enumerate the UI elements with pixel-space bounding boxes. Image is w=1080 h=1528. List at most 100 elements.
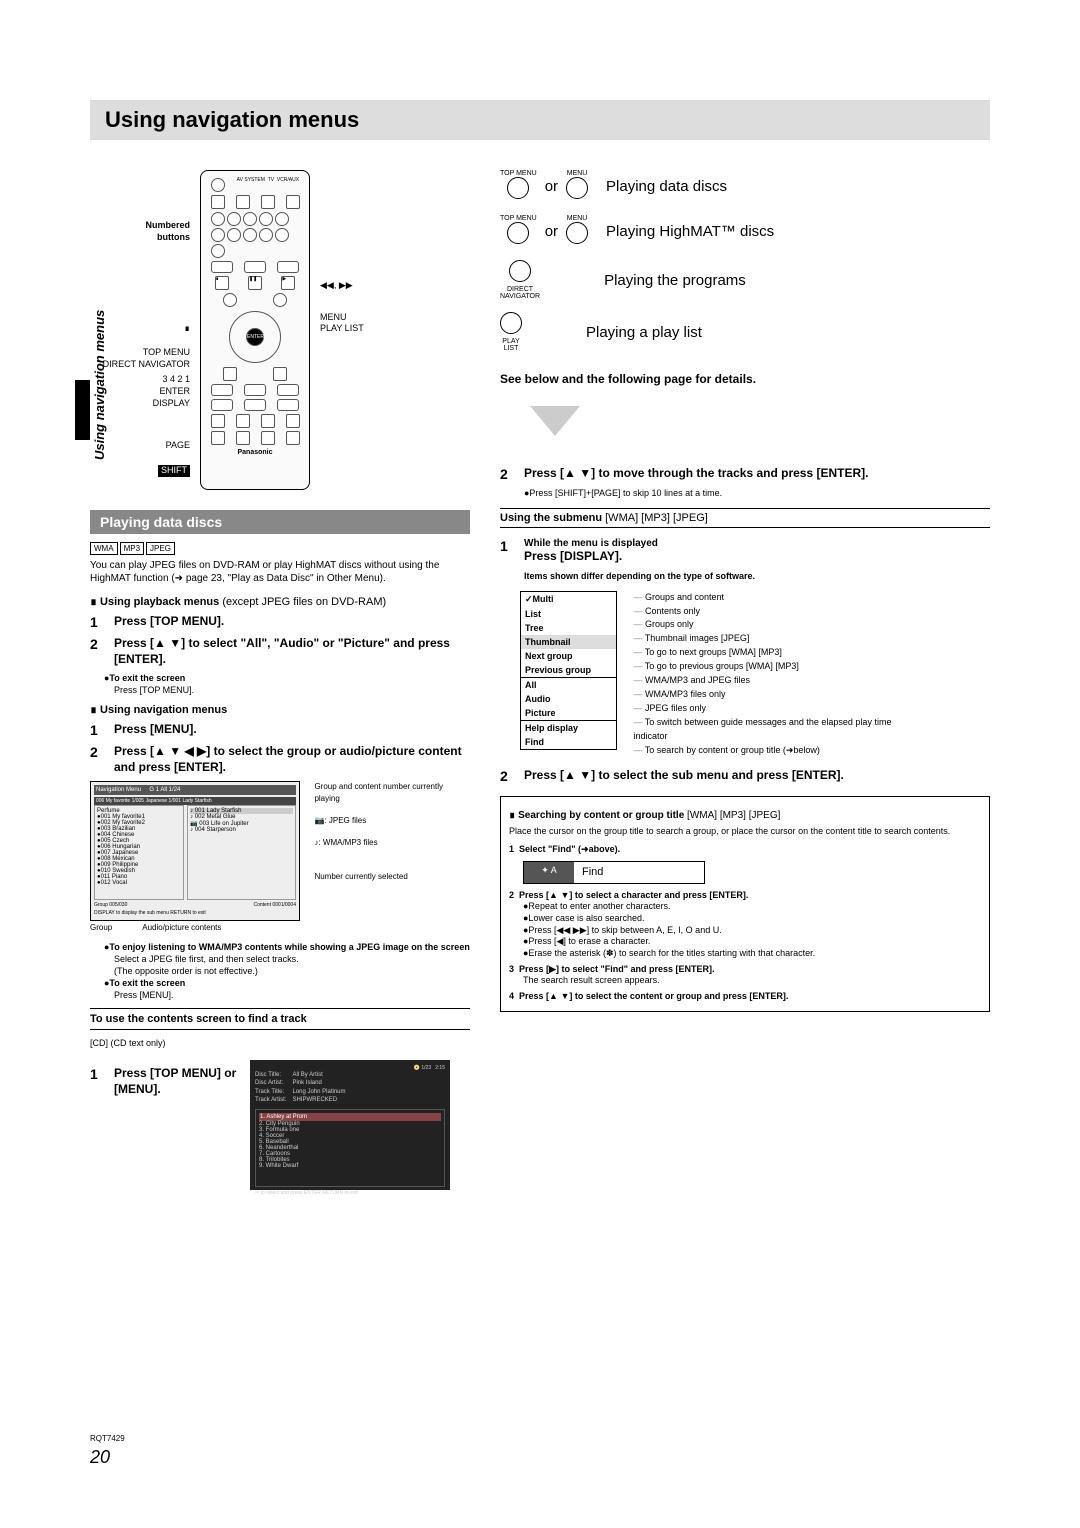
badges: WMA MP3 JPEG [90,542,470,555]
label-rev: ◀◀, ▶▶ [320,280,380,292]
badge-mp3: MP3 [120,542,144,555]
remote-brand: Panasonic [205,449,305,456]
cd-note: [CD] (CD text only) [90,1038,470,1050]
btn [259,228,273,242]
btn [259,212,273,226]
btn [236,195,250,209]
btn [211,431,225,445]
btn [277,384,299,396]
btn [227,212,241,226]
badge-wma: WMA [90,542,118,555]
left-column: Numberedbuttons ∎ TOP MENUDIRECT NAVIGAT… [90,170,470,1190]
btn [211,414,225,428]
exit-h: ●To exit the screen [104,978,470,988]
action-highmat: TOP MENU or MENU Playing HighMAT™ discs [500,215,990,248]
r-step-2: 2Press [▲ ▼] to move through the tracks … [500,466,990,482]
btn-menu [273,293,287,307]
btn [261,431,275,445]
topmenu-icon [507,177,529,199]
intro-text: You can play JPEG files on DVD-RAM or pl… [90,559,470,585]
nav-screenshot-wrap: Navigation Menu G 1 All 1/24 006 My favo… [90,781,470,932]
badge-jpeg: JPEG [146,542,175,555]
btn-topmenu [223,293,237,307]
btn [286,414,300,428]
right-column: TOP MENU or MENU Playing data discs TOP … [500,170,990,1190]
btn [211,399,233,411]
cd-step-area: 1Press [TOP MENU] or [MENU]. 📀 1/23 2:15… [90,1060,470,1190]
directnav-icon [509,260,531,282]
menu-icon [566,222,588,244]
action-programs: DIRECT NAVIGATOR Playing the programs [500,260,990,300]
manual-page: Using navigation menus Using navigation … [0,0,1080,1528]
model-number: RQT7429 [90,1434,125,1443]
btn [211,228,225,242]
arrow-down-icon [530,406,580,436]
btn [227,228,241,242]
dpad: ENTER [229,311,281,363]
btn [223,367,237,381]
nav-groups: Perfume ●001 My favorite1 ●002 My favori… [94,805,184,900]
btn [211,178,225,192]
r-tip: ●Press [SHIFT]+[PAGE] to skip 10 lines a… [524,488,990,498]
action-playlist: PLAY LIST Playing a play list [500,312,990,352]
btn [244,261,266,273]
btn [211,244,225,258]
step-2-1: 1Press [MENU]. [90,722,470,738]
btn [275,212,289,226]
remote-area: Numberedbuttons ∎ TOP MENUDIRECT NAVIGAT… [90,170,470,490]
btn [277,399,299,411]
r-submenu-step-2: 2Press [▲ ▼] to select the sub menu and … [500,768,990,784]
btn [275,228,289,242]
search-box: ∎ Searching by content or group title [W… [500,796,990,1012]
label-shift: SHIFT [158,465,190,477]
sidebar-label: Using navigation menus [92,310,107,460]
enjoy-h: ●To enjoy listening to WMA/MP3 contents … [104,942,470,952]
nav-bottom-labels: Group Audio/picture contents [90,923,470,932]
btn [243,228,257,242]
btn [286,431,300,445]
exit-t: Press [MENU]. [114,990,470,1000]
tip-exit-h: ●To exit the screen [104,673,470,683]
top-actions: TOP MENU or MENU Playing data discs TOP … [500,170,990,352]
enjoy-2: (The opposite order is not effective.) [114,966,470,976]
submenu-heading: Using the submenu [WMA] [MP3] [JPEG] [500,508,990,528]
btn [211,195,225,209]
page-number: 20 [90,1447,110,1468]
step-2-2: 2Press [▲ ▼ ◀ ▶] to select the group or … [90,744,470,775]
action-data-discs: TOP MENU or MENU Playing data discs [500,170,990,203]
btn [286,195,300,209]
nav-screenshot: Navigation Menu G 1 All 1/24 006 My favo… [90,781,300,921]
btn-pause: ❚❚ [248,276,262,290]
nav-notes: Group and content number currently playi… [304,781,444,882]
submenu-desc: Groups and content Contents only Groups … [621,591,913,758]
section-tab [75,380,90,440]
btn [243,212,257,226]
topmenu-icon [507,222,529,244]
submenu-box: ✓Multi List Tree Thumbnail Next group Pr… [520,591,617,750]
sub1-title: ∎ Using playback menus (except JPEG file… [90,595,470,608]
page-title: Using navigation menus [105,107,359,133]
btn [211,384,233,396]
btn [211,212,225,226]
content: Numberedbuttons ∎ TOP MENUDIRECT NAVIGAT… [90,170,990,1190]
enjoy-1: Select a JPEG file first, and then selec… [114,954,470,964]
search-intro: Place the cursor on the group title to s… [509,826,981,838]
btn [236,414,250,428]
playlist-icon [500,312,522,334]
section-playing-data-discs: Playing data discs [90,510,470,534]
r-submenu-note: Items shown differ depending on the type… [524,571,990,581]
search-h: ∎ Searching by content or group title [W… [509,809,981,822]
step-1-2: 2Press [▲ ▼] to select "All", "Audio" or… [90,636,470,667]
btn [261,195,275,209]
submenu-diagram: ✓Multi List Tree Thumbnail Next group Pr… [520,591,990,758]
remote-control: AV SYSTEM TV VCR/AUX ∎❚❚▶ ENTER [200,170,310,490]
btn [211,261,233,273]
r-submenu-step-1: 1 While the menu is displayed Press [DIS… [500,538,990,565]
btn [261,414,275,428]
label-menu-r: MENUPLAY LIST [320,312,380,335]
nav-tracks: ♪ 001 Lady Starfish ♪ 002 Metal Glue 📷 0… [187,805,296,900]
label-numbered: Numberedbuttons [90,220,190,243]
detail-note: See below and the following page for det… [500,372,990,386]
menu-icon [566,177,588,199]
cd-screenshot: 📀 1/23 2:15 Disc Title: Disc Artist: Tra… [250,1060,450,1190]
